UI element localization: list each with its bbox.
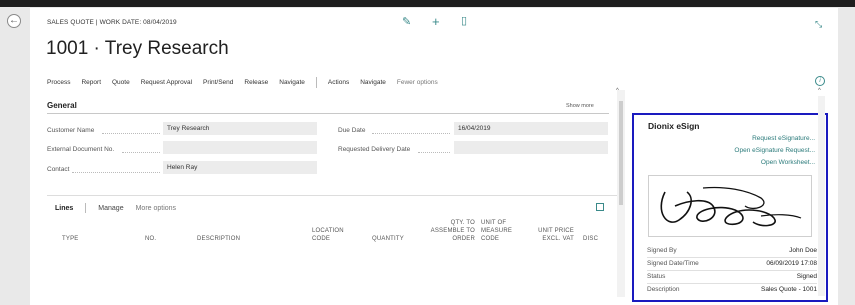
plus-icon[interactable]: + <box>432 14 440 29</box>
description-row: Description Sales Quote - 1001 <box>647 286 817 293</box>
open-worksheet-link[interactable]: Open Worksheet... <box>761 159 815 166</box>
action-quote[interactable]: Quote <box>112 79 130 86</box>
signed-datetime-row: Signed Date/Time 06/09/2019 17:08 <box>647 260 817 267</box>
action-process[interactable]: Process <box>47 79 70 86</box>
general-divider <box>47 113 609 114</box>
requested-delivery-label: Requested Delivery Date <box>338 146 411 153</box>
top-bar <box>0 0 855 7</box>
contact-field[interactable]: Helen Ray <box>163 161 317 174</box>
action-actions[interactable]: Actions <box>328 79 349 86</box>
field-leader <box>122 152 160 153</box>
esign-title: Dionix eSign <box>648 121 700 131</box>
field-leader <box>372 133 450 134</box>
pencil-icon[interactable]: ✎ <box>402 15 411 28</box>
row-divider <box>647 257 817 258</box>
factbox-scrollbar[interactable] <box>818 96 825 296</box>
col-qty-line3: ORDER <box>452 236 475 242</box>
external-doc-label: External Document No. <box>47 146 115 153</box>
action-navigate[interactable]: Navigate <box>279 79 305 86</box>
action-release[interactable]: Release <box>244 79 268 86</box>
col-location-line2: CODE <box>312 236 331 242</box>
page-subtitle: SALES QUOTE | WORK DATE: 08/04/2019 <box>47 19 177 26</box>
customer-name-label: Customer Name <box>47 127 95 134</box>
col-uom-line2: MEASURE <box>481 228 513 234</box>
signed-by-label: Signed By <box>647 247 677 254</box>
collapse-icon[interactable]: ⤡ <box>815 19 822 30</box>
signature-image <box>648 175 812 237</box>
description-label: Description <box>647 286 680 293</box>
open-esignature-request-ellipsis: ... <box>809 147 815 154</box>
signed-datetime-value: 06/09/2019 17:08 <box>766 260 817 267</box>
show-more-link[interactable]: Show more <box>566 103 594 109</box>
row-divider <box>647 283 817 284</box>
action-print-send[interactable]: Print/Send <box>203 79 233 86</box>
col-price-line2: EXCL. VAT <box>542 236 574 242</box>
scroll-up-icon[interactable]: ^ <box>616 88 619 94</box>
action-report[interactable]: Report <box>81 79 101 86</box>
status-row: Status Signed <box>647 273 817 280</box>
col-uom-line1: UNIT OF <box>481 220 507 226</box>
open-worksheet-label: Open Worksheet <box>760 159 810 166</box>
lines-tabs: Lines Manage More options <box>55 203 188 213</box>
action-fewer-options[interactable]: Fewer options <box>397 79 438 86</box>
status-value: Signed <box>796 273 817 280</box>
open-esignature-request-label: Open eSignature Request <box>734 147 810 154</box>
signed-datetime-label: Signed Date/Time <box>647 260 699 267</box>
signature-drawing <box>660 186 802 227</box>
due-date-label: Due Date <box>338 127 366 134</box>
col-location[interactable]: LOCATION CODE <box>312 227 344 243</box>
action-bar: Process Report Quote Request Approval Pr… <box>47 76 449 88</box>
page-title: 1001 · Trey Research <box>46 38 229 59</box>
action-navigate-2[interactable]: Navigate <box>360 79 386 86</box>
field-leader <box>418 152 450 153</box>
col-no[interactable]: NO. <box>145 235 156 243</box>
request-esignature-link[interactable]: Request eSignature... <box>752 135 815 142</box>
col-disc[interactable]: DISC <box>583 235 598 243</box>
due-date-field[interactable]: 16/04/2019 <box>454 122 608 135</box>
action-separator <box>315 76 317 88</box>
col-type[interactable]: TYPE <box>62 235 78 243</box>
description-value: Sales Quote - 1001 <box>760 286 817 293</box>
factbox-scroll-up-icon[interactable]: ^ <box>818 88 821 94</box>
action-request-approval[interactable]: Request Approval <box>141 79 192 86</box>
col-quantity[interactable]: QUANTITY <box>372 235 404 243</box>
field-leader <box>72 172 160 173</box>
col-qty-assemble[interactable]: QTY. TO ASSEMBLE TO ORDER <box>425 219 475 243</box>
expand-icon[interactable] <box>596 203 604 211</box>
col-qty-line2: ASSEMBLE TO <box>430 228 475 234</box>
col-description[interactable]: DESCRIPTION <box>197 235 240 243</box>
open-esignature-request-link[interactable]: Open eSignature Request... <box>734 147 815 154</box>
request-esignature-label: Request eSignature <box>752 135 810 142</box>
trash-icon[interactable]: ▯ <box>461 14 467 27</box>
col-unit-price[interactable]: UNIT PRICE EXCL. VAT <box>532 227 574 243</box>
arrow-left-icon[interactable]: ← <box>7 14 21 28</box>
requested-delivery-field[interactable] <box>454 141 608 154</box>
col-uom[interactable]: UNIT OF MEASURE CODE <box>481 219 512 243</box>
col-price-line1: UNIT PRICE <box>538 228 574 234</box>
main-scroll-thumb[interactable] <box>619 101 623 205</box>
contact-label: Contact <box>47 166 70 173</box>
general-section-title[interactable]: General <box>47 101 77 110</box>
row-divider <box>647 270 817 271</box>
field-leader <box>102 133 160 134</box>
signed-by-row: Signed By John Doe <box>647 247 817 254</box>
request-esignature-ellipsis: ... <box>809 135 815 142</box>
col-qty-line1: QTY. TO <box>450 220 475 226</box>
info-icon[interactable]: i <box>815 76 825 86</box>
status-label: Status <box>647 273 666 280</box>
signed-by-value: John Doe <box>789 247 817 254</box>
customer-name-field[interactable]: Trey Research <box>163 122 317 135</box>
tab-lines[interactable]: Lines <box>55 205 73 212</box>
col-uom-line3: CODE <box>481 236 500 242</box>
external-doc-field[interactable] <box>163 141 317 154</box>
tab-manage[interactable]: Manage <box>98 205 123 212</box>
tab-more-options[interactable]: More options <box>136 205 176 212</box>
tab-separator <box>85 203 87 213</box>
col-location-line1: LOCATION <box>312 228 344 234</box>
open-worksheet-ellipsis: ... <box>809 159 815 166</box>
